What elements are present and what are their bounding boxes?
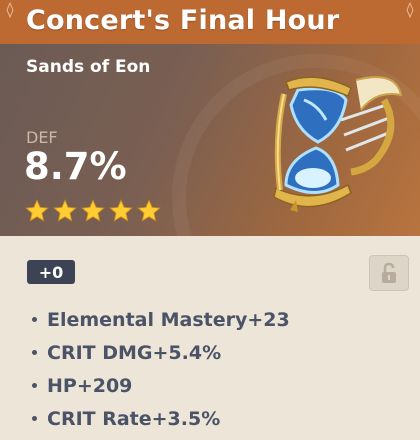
star-icon bbox=[53, 199, 77, 222]
substat-item: HP+209 bbox=[26, 369, 290, 402]
unlock-icon bbox=[382, 262, 396, 283]
substat-item: CRIT DMG+5.4% bbox=[26, 336, 290, 369]
substat-text: HP+209 bbox=[47, 374, 133, 397]
substat-text: CRIT Rate+3.5% bbox=[47, 407, 221, 430]
rarity-stars bbox=[24, 198, 162, 226]
level-badge: +0 bbox=[27, 260, 75, 284]
substat-item: CRIT Rate+3.5% bbox=[26, 402, 290, 435]
substat-text: CRIT DMG+5.4% bbox=[47, 341, 222, 364]
bullet-icon bbox=[32, 317, 37, 322]
artifact-card: Concert's Final Hour Sands of Eon DEF 8.… bbox=[0, 0, 420, 440]
hourglass-artifact-icon bbox=[273, 76, 403, 212]
lock-button[interactable] bbox=[369, 255, 409, 291]
star-icon bbox=[81, 199, 105, 222]
substat-list: Elemental Mastery+23 CRIT DMG+5.4% HP+209 C… bbox=[26, 303, 290, 435]
substat-item: Elemental Mastery+23 bbox=[26, 303, 290, 336]
star-icon bbox=[137, 199, 161, 222]
bullet-icon bbox=[32, 350, 37, 355]
star-icon bbox=[25, 199, 49, 222]
bullet-icon bbox=[32, 416, 37, 421]
substat-text: Elemental Mastery+23 bbox=[47, 308, 290, 331]
title-bar: Concert's Final Hour bbox=[0, 0, 420, 45]
corner-ornament-icon bbox=[406, 2, 414, 18]
artifact-name: Concert's Final Hour bbox=[26, 5, 340, 36]
corner-ornament-icon bbox=[6, 2, 14, 18]
bullet-icon bbox=[32, 383, 37, 388]
star-icon bbox=[109, 199, 133, 222]
main-stat-value: 8.7% bbox=[24, 145, 127, 188]
artifact-slot-type: Sands of Eon bbox=[26, 57, 151, 77]
